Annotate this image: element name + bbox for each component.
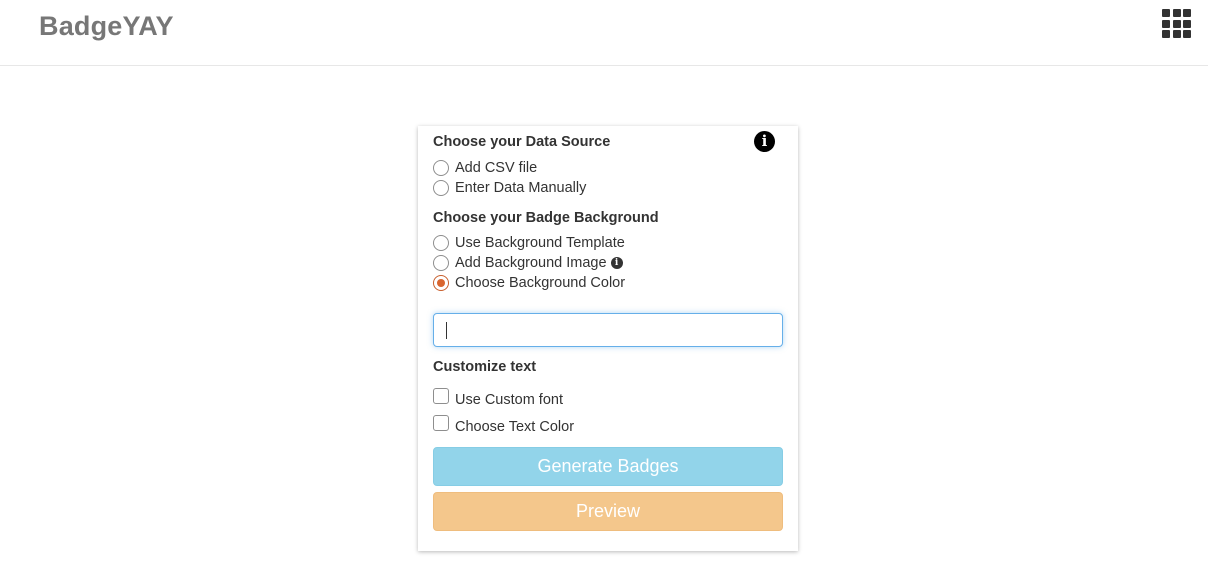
text-caret <box>446 322 447 339</box>
grid-dot <box>1172 19 1181 28</box>
info-circle-icon[interactable]: i <box>754 131 775 152</box>
radio-button[interactable] <box>433 180 449 196</box>
radio-label: Use Background Template <box>455 235 625 251</box>
badge-form-card: Choose your Data Source i Add CSV file E… <box>418 126 798 551</box>
background-color-input[interactable] <box>433 313 783 347</box>
checkbox-label: Choose Text Color <box>455 419 575 435</box>
grid-dot <box>1162 30 1170 38</box>
checkbox[interactable] <box>433 388 449 404</box>
grid-dot <box>1183 9 1191 17</box>
radio-button[interactable] <box>433 255 449 271</box>
radio-background-image[interactable]: Add Background Image i <box>433 254 623 272</box>
radio-label: Enter Data Manually <box>455 180 587 196</box>
generate-badges-button[interactable]: Generate Badges <box>433 447 783 486</box>
grid-dot <box>1162 19 1170 28</box>
grid-apps-icon[interactable] <box>1162 9 1191 38</box>
grid-dot <box>1172 30 1181 38</box>
radio-label: Add Background Image <box>455 255 607 271</box>
grid-dot <box>1183 19 1191 28</box>
radio-background-color[interactable]: Choose Background Color <box>433 274 625 292</box>
radio-add-csv[interactable]: Add CSV file <box>433 159 537 177</box>
radio-button-checked[interactable] <box>433 275 449 291</box>
grid-dot <box>1172 9 1181 17</box>
grid-dot <box>1183 30 1191 38</box>
grid-dot <box>1162 9 1170 17</box>
radio-enter-manually[interactable]: Enter Data Manually <box>433 179 586 197</box>
checkbox[interactable] <box>433 415 449 431</box>
brand-logo[interactable]: BadgeYAY <box>39 11 174 42</box>
radio-button[interactable] <box>433 235 449 251</box>
radio-background-template[interactable]: Use Background Template <box>433 234 625 252</box>
top-navbar: BadgeYAY <box>0 0 1208 66</box>
data-source-title: Choose your Data Source <box>433 134 611 150</box>
radio-label: Add CSV file <box>455 160 538 176</box>
badge-background-title: Choose your Badge Background <box>433 210 659 226</box>
checkbox-label: Use Custom font <box>455 392 563 408</box>
radio-button[interactable] <box>433 160 449 176</box>
preview-button[interactable]: Preview <box>433 492 783 531</box>
radio-label: Choose Background Color <box>455 275 626 291</box>
checkbox-custom-font[interactable]: Use Custom font <box>433 388 563 409</box>
customize-text-title: Customize text <box>433 359 537 375</box>
info-circle-icon[interactable]: i <box>610 257 623 269</box>
checkbox-text-color[interactable]: Choose Text Color <box>433 415 575 436</box>
